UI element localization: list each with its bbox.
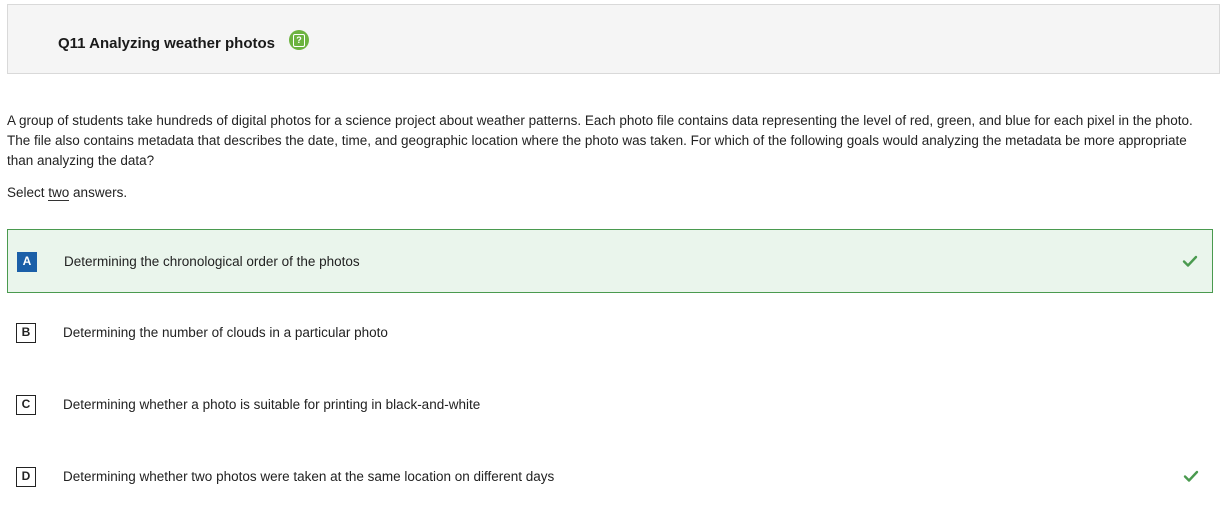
option-text-c: Determining whether a photo is suitable … bbox=[63, 397, 481, 412]
option-letter-d: D bbox=[16, 467, 36, 487]
option-letter-b: B bbox=[16, 323, 36, 343]
option-text-b: Determining the number of clouds in a pa… bbox=[63, 325, 388, 340]
check-icon bbox=[1183, 470, 1199, 482]
option-letter-c: C bbox=[16, 395, 36, 415]
question-header: Q11 Analyzing weather photos ? bbox=[7, 4, 1220, 74]
answer-instruction: Select two answers. bbox=[7, 183, 127, 203]
question-title: Q11 Analyzing weather photos bbox=[58, 35, 275, 52]
answer-option-d[interactable]: D Determining whether two photos were ta… bbox=[7, 445, 1213, 509]
option-text-d: Determining whether two photos were take… bbox=[63, 469, 555, 484]
check-icon bbox=[1182, 255, 1198, 267]
answer-option-a[interactable]: A Determining the chronological order of… bbox=[7, 229, 1213, 293]
instruction-prefix: Select bbox=[7, 185, 49, 200]
option-letter-a: A bbox=[17, 252, 37, 272]
option-text-a: Determining the chronological order of t… bbox=[64, 254, 360, 269]
question-stem: A group of students take hundreds of dig… bbox=[7, 113, 1193, 168]
question-mark-glyph: ? bbox=[293, 33, 305, 47]
help-icon[interactable]: ? bbox=[289, 30, 309, 50]
instruction-count: two bbox=[48, 185, 70, 201]
instruction-suffix: answers. bbox=[69, 185, 128, 200]
answer-option-c[interactable]: C Determining whether a photo is suitabl… bbox=[7, 373, 1213, 437]
answer-option-b[interactable]: B Determining the number of clouds in a … bbox=[7, 301, 1213, 365]
